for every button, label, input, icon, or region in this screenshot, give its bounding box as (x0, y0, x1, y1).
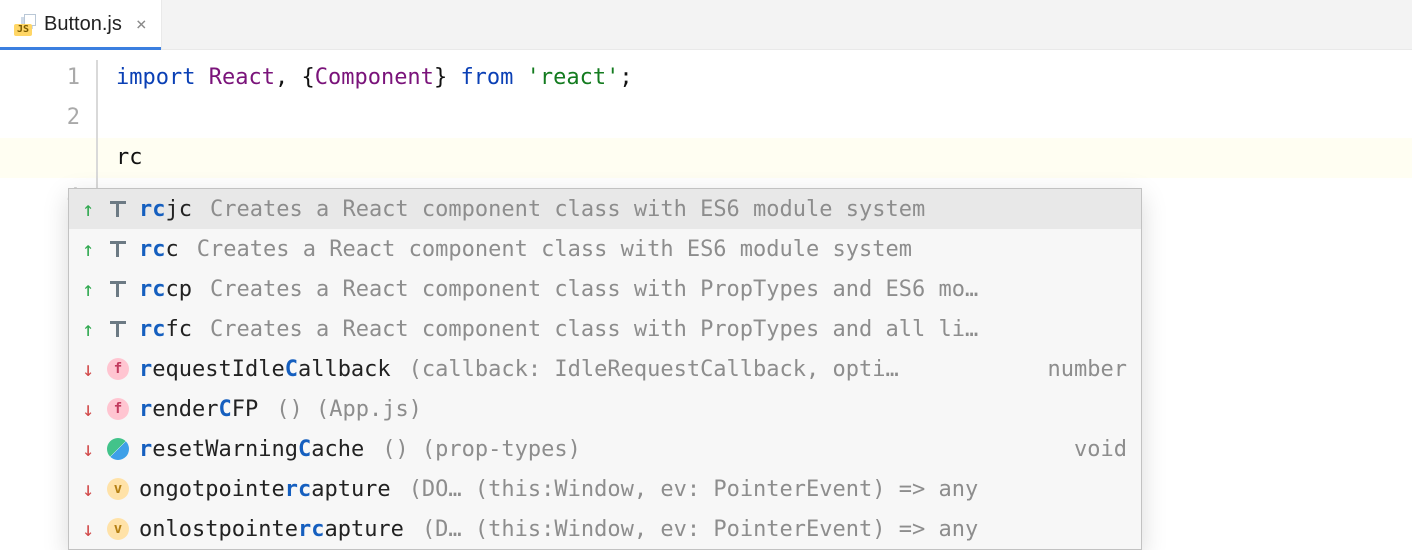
template-icon (108, 241, 128, 257)
item-kind-icon: f (105, 358, 131, 380)
completion-item[interactable]: ↑ rccp Creates a React component class wit… (69, 269, 1141, 309)
template-icon (108, 201, 128, 217)
completion-description: () (prop-types) (382, 437, 1056, 462)
arrow-down-icon: ↓ (79, 359, 97, 379)
completion-item[interactable]: ↑ rcfc Creates a React component class wit… (69, 309, 1141, 349)
completion-description: Creates a React component class with Pro… (210, 317, 1127, 342)
completion-name: requestIdleCallback (139, 357, 391, 382)
completion-name: rcjc (139, 197, 192, 222)
arrow-down-icon: ↓ (79, 519, 97, 539)
completion-item[interactable]: ↑ rcc Creates a React component class with… (69, 229, 1141, 269)
code-line: import React, {Component} from 'react'; (96, 58, 1412, 98)
item-kind-icon (105, 321, 131, 337)
completion-name: rcc (139, 237, 179, 262)
completion-description: (D… (this:Window, ev: PointerEvent) => a… (422, 517, 1127, 542)
arrow-down-icon: ↓ (79, 399, 97, 419)
completion-name: rccp (139, 277, 192, 302)
completion-name: rcfc (139, 317, 192, 342)
arrow-up-icon: ↑ (79, 319, 97, 339)
typed-text: rc (116, 145, 143, 170)
item-kind-icon (105, 438, 131, 460)
arrow-down-icon: ↓ (79, 479, 97, 499)
variable-icon: v (107, 518, 129, 540)
completion-description: (callback: IdleRequestCallback, opti… (409, 357, 1030, 382)
completion-item[interactable]: ↓ f renderCFP () (App.js) (69, 389, 1141, 429)
completion-popup[interactable]: ↑rcjcCreates a React component class wit… (68, 188, 1142, 550)
completion-type: void (1074, 437, 1127, 462)
completion-name: ongotpointercapture (139, 477, 391, 502)
function-icon: f (107, 398, 129, 420)
line-number: 2 (16, 98, 80, 138)
completion-type: number (1048, 357, 1127, 382)
code-line: rc (96, 138, 1412, 178)
arrow-up-icon: ↑ (79, 239, 97, 259)
tab-bar: JS Button.js × (0, 0, 1412, 50)
completion-item[interactable]: ↓ resetWarningCache () (prop-types) void (69, 429, 1141, 469)
variable-icon: v (107, 478, 129, 500)
arrow-up-icon: ↑ (79, 199, 97, 219)
completion-item[interactable]: ↓ v ongotpointercapture (DO… (this:Window,… (69, 469, 1141, 509)
completion-item[interactable]: ↓ f requestIdleCallback (callback: IdleRequ… (69, 349, 1141, 389)
arrow-down-icon: ↓ (79, 439, 97, 459)
completion-item[interactable]: ↓ v onlostpointercapture (D… (this:Window,… (69, 509, 1141, 549)
completion-description: Creates a React component class with Pro… (210, 277, 1127, 302)
module-icon (107, 438, 129, 460)
item-kind-icon (105, 241, 131, 257)
completion-name: resetWarningCache (139, 437, 364, 462)
completion-item[interactable]: ↑ rcjc Creates a React component class wit… (69, 189, 1141, 229)
js-file-icon: JS (14, 14, 36, 36)
item-kind-icon: v (105, 518, 131, 540)
completion-description: () (App.js) (276, 397, 1127, 422)
tab-button-js[interactable]: JS Button.js × (0, 0, 162, 49)
close-icon[interactable]: × (136, 14, 147, 35)
code-line (96, 98, 1412, 138)
completion-description: Creates a React component class with ES6… (197, 237, 1127, 262)
function-icon: f (107, 358, 129, 380)
arrow-up-icon: ↑ (79, 279, 97, 299)
completion-description: Creates a React component class with ES6… (210, 197, 1127, 222)
template-icon (108, 281, 128, 297)
line-number: 1 (16, 58, 80, 98)
completion-name: onlostpointercapture (139, 517, 404, 542)
item-kind-icon: f (105, 398, 131, 420)
completion-name: renderCFP (139, 397, 258, 422)
item-kind-icon: v (105, 478, 131, 500)
tab-label: Button.js (44, 13, 122, 36)
completion-description: (DO… (this:Window, ev: PointerEvent) => … (409, 477, 1127, 502)
item-kind-icon (105, 281, 131, 297)
item-kind-icon (105, 201, 131, 217)
template-icon (108, 321, 128, 337)
